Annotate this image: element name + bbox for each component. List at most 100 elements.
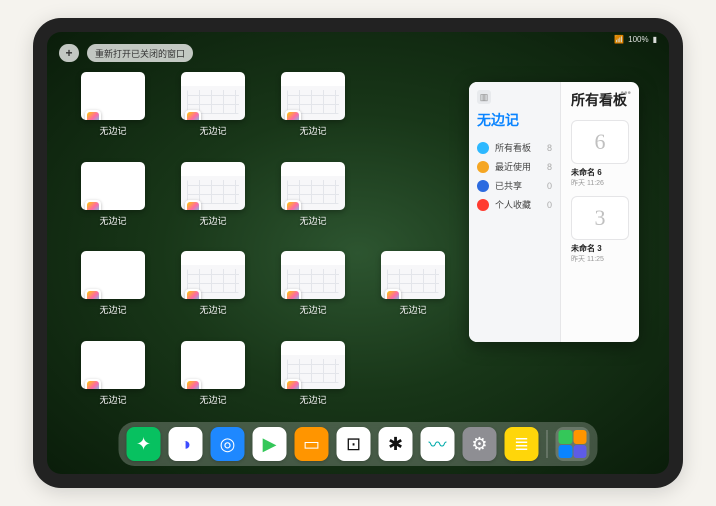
thumbnail-preview [181,162,245,210]
thumbnail-label: 无边记 [199,303,226,316]
sidebar-category-item[interactable]: 个人收藏 0 [477,195,552,214]
thumbnail-label: 无边记 [199,124,226,137]
category-icon [477,199,489,211]
thumbnail-preview [281,341,345,389]
sidebar-toggle-icon[interactable]: ▥ [477,90,491,104]
thumbnail-preview [81,72,145,120]
category-label: 所有看板 [495,141,531,154]
reopen-closed-window-button[interactable]: 重新打开已关闭的窗口 [87,44,193,62]
quark-app-icon[interactable]: ◑ [169,427,203,461]
thumbnail-label: 无边记 [299,124,326,137]
board-name: 未命名 6 [571,167,629,178]
freeform-app-icon [185,289,201,299]
window-thumbnail[interactable]: 无边记 [177,72,249,148]
dice-app-icon[interactable]: ⊡ [337,427,371,461]
window-thumbnail[interactable]: 无边记 [77,251,149,327]
battery-icon: ▮ [653,35,657,44]
play-app-icon[interactable]: ▶ [253,427,287,461]
thumbnail-preview [381,251,445,299]
settings-app-icon[interactable]: ⚙ [463,427,497,461]
qqbrowser-hd-app-icon[interactable]: ◎ [211,427,245,461]
window-thumbnail[interactable]: 无边记 [177,162,249,238]
window-thumbnail[interactable]: 无边记 [277,162,349,238]
window-grid: 无边记 无边记 无边记 无边记 无边记 无边记 无边记 无边记 [77,72,449,416]
board-item[interactable]: 3 未命名 3 昨天 11:25 [571,196,629,264]
screen: 📶 100% ▮ + 重新打开已关闭的窗口 无边记 无边记 无边记 无边记 无边… [47,32,669,474]
board-preview: 3 [571,196,629,240]
freeform-app-icon [185,379,201,389]
window-thumbnail[interactable]: 无边记 [77,341,149,417]
category-label: 已共享 [495,179,522,192]
stage: 无边记 无边记 无边记 无边记 无边记 无边记 无边记 无边记 [77,72,639,416]
sidebar-category-item[interactable]: 最近使用 8 [477,157,552,176]
thumbnail-label: 无边记 [299,303,326,316]
wifi-icon: 📶 [614,35,624,44]
thumbnail-preview [81,251,145,299]
category-icon [477,180,489,192]
category-count: 8 [547,143,552,153]
window-thumbnail[interactable]: 无边记 [177,341,249,417]
thumbnail-label: 无边记 [299,214,326,227]
freeform-app-icon [385,289,401,299]
window-thumbnail[interactable]: 无边记 [277,72,349,148]
category-count: 8 [547,162,552,172]
window-thumbnail[interactable]: 无边记 [177,251,249,327]
dock-separator [547,430,548,458]
sidebar-category-item[interactable]: 已共享 0 [477,176,552,195]
category-count: 0 [547,200,552,210]
window-thumbnail[interactable]: 无边记 [77,162,149,238]
thumbnail-preview [281,72,345,120]
notes-app-icon[interactable]: ≣ [505,427,539,461]
freeform-app-icon [285,379,301,389]
freeform-app-icon [185,110,201,120]
thumbnail-preview [181,251,245,299]
thumbnail-preview [281,162,345,210]
books-app-icon[interactable]: ▭ [295,427,329,461]
category-count: 0 [547,181,552,191]
nodes-app-icon[interactable]: ✱ [379,427,413,461]
freeform-app-icon [185,200,201,210]
thumbnail-preview [81,162,145,210]
board-date: 昨天 11:25 [571,254,629,264]
status-bar: 📶 100% ▮ [614,35,657,44]
board-item[interactable]: 6 未命名 6 昨天 11:26 [571,120,629,188]
freeform-app-icon [85,289,101,299]
panel-main: ••• 所有看板 6 未命名 6 昨天 11:263 未命名 3 昨天 11:2… [561,82,639,342]
freeform-app-icon [85,200,101,210]
battery-label: 100% [628,35,648,44]
category-label: 个人收藏 [495,198,531,211]
more-icon[interactable]: ••• [620,88,631,99]
topbar: + 重新打开已关闭的窗口 [59,44,193,62]
freeform-app-icon[interactable]: 〰 [421,427,455,461]
window-thumbnail[interactable]: 无边记 [277,341,349,417]
thumbnail-label: 无边记 [99,393,126,406]
new-window-button[interactable]: + [59,44,79,62]
thumbnail-preview [81,341,145,389]
category-label: 最近使用 [495,160,531,173]
board-name: 未命名 3 [571,243,629,254]
board-preview: 6 [571,120,629,164]
freeform-app-icon [285,289,301,299]
wechat-app-icon[interactable]: ✦ [127,427,161,461]
thumbnail-label: 无边记 [199,393,226,406]
category-icon [477,142,489,154]
thumbnail-label: 无边记 [299,393,326,406]
sidebar-category-item[interactable]: 所有看板 8 [477,138,552,157]
thumbnail-label: 无边记 [199,214,226,227]
freeform-app-icon [285,200,301,210]
thumbnail-preview [181,72,245,120]
category-icon [477,161,489,173]
recent-apps-icon[interactable] [556,427,590,461]
thumbnail-preview [281,251,345,299]
panel-sidebar: ▥ 无边记 所有看板 8 最近使用 8 已共享 0 个人收藏 0 [469,82,561,342]
freeform-panel[interactable]: ▥ 无边记 所有看板 8 最近使用 8 已共享 0 个人收藏 0 ••• 所有看… [469,82,639,342]
freeform-app-icon [85,110,101,120]
window-thumbnail[interactable]: 无边记 [377,251,449,327]
thumbnail-preview [181,341,245,389]
panel-sidebar-title: 无边记 [477,110,552,130]
window-thumbnail[interactable]: 无边记 [77,72,149,148]
thumbnail-label: 无边记 [99,124,126,137]
window-thumbnail[interactable]: 无边记 [277,251,349,327]
thumbnail-label: 无边记 [99,303,126,316]
dock: ✦◑◎▶▭⊡✱〰⚙≣ [119,422,598,466]
